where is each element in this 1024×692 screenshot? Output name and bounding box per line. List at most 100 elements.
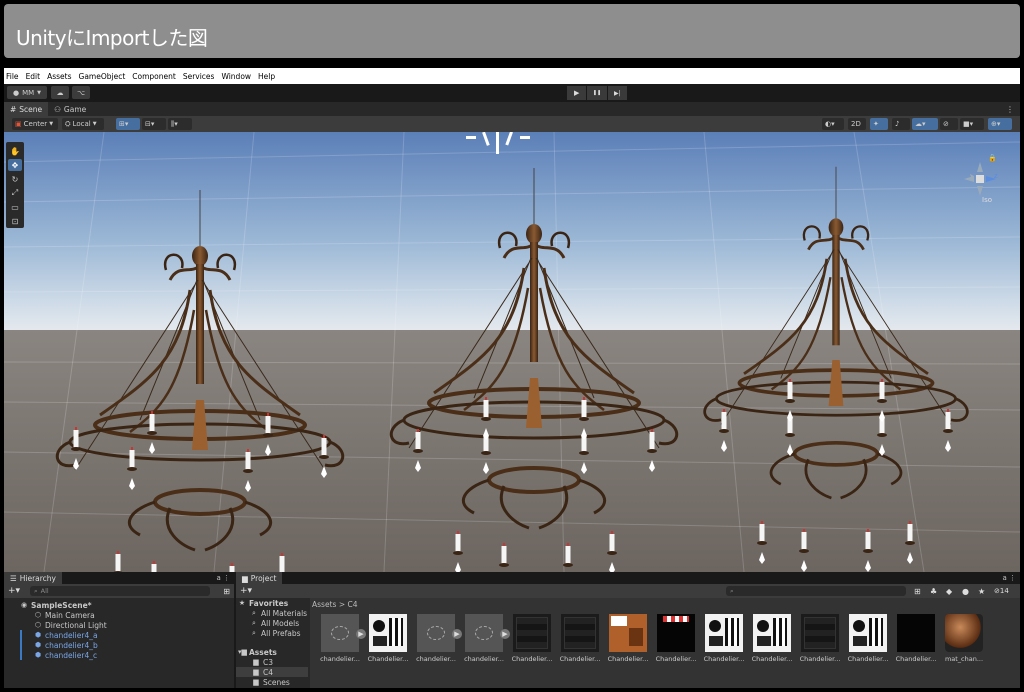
tex-white-thumbnail bbox=[753, 614, 791, 652]
grid-snap-button[interactable]: ⊞▾ bbox=[116, 118, 140, 130]
lock-icon[interactable]: 🔒 bbox=[988, 154, 997, 162]
label-icon[interactable]: ◆ bbox=[946, 587, 952, 596]
chevron-down-icon: ▼ bbox=[37, 89, 42, 96]
grid-visibility-button[interactable]: ⊟▾ bbox=[142, 118, 166, 130]
add-button[interactable]: +▾ bbox=[8, 586, 20, 596]
fav-item-models[interactable]: ⌕ All Models bbox=[236, 618, 308, 628]
asset-item[interactable]: Chandelier... bbox=[748, 614, 796, 663]
space-dropdown[interactable]: ⛭ Local ▼ bbox=[62, 118, 104, 130]
tex-white-thumbnail bbox=[849, 614, 887, 652]
expand-arrow-icon[interactable]: ▶ bbox=[500, 629, 510, 639]
pause-button[interactable]: ❚❚ bbox=[587, 86, 607, 100]
menu-assets[interactable]: Assets bbox=[47, 72, 71, 81]
asset-item[interactable]: Chandelier... bbox=[892, 614, 940, 663]
toggle-2d-button[interactable]: 2D bbox=[848, 118, 866, 130]
scene-visibility-icon[interactable]: ⊞ bbox=[223, 587, 230, 596]
asset-store-icon[interactable]: ● bbox=[962, 587, 969, 596]
asset-item[interactable]: ▶ chandelier... bbox=[316, 614, 366, 663]
menu-gameobject[interactable]: GameObject bbox=[79, 72, 126, 81]
hidden-packages-icon[interactable]: ⊘14 bbox=[994, 587, 1009, 595]
hierarchy-item[interactable]: ⬡ Main Camera bbox=[4, 610, 234, 620]
draw-mode-button[interactable]: ◐▾ bbox=[822, 118, 844, 130]
fav-item-prefabs[interactable]: ⌕ All Prefabs bbox=[236, 628, 308, 638]
assets-header[interactable]: ▾▆ Assets bbox=[236, 647, 308, 657]
rect-tool-icon[interactable]: ▭ bbox=[8, 201, 22, 213]
lighting-toggle[interactable]: ✦ bbox=[870, 118, 888, 130]
add-button[interactable]: +▾ bbox=[240, 586, 252, 596]
folder-c3[interactable]: ▆ C3 bbox=[236, 657, 308, 667]
asset-item[interactable]: Chandelier... bbox=[508, 614, 556, 663]
project-search-input[interactable]: ⌕ bbox=[726, 586, 906, 596]
pivot-dropdown[interactable]: ▣ Center ▼ bbox=[12, 118, 58, 130]
collab-icon: ⌥ bbox=[76, 88, 86, 97]
asset-grid-area: Assets > C4 ▶ chandelier... Chandelier... ▶… bbox=[310, 598, 1020, 688]
menu-file[interactable]: File bbox=[6, 72, 19, 81]
breadcrumb-assets[interactable]: Assets bbox=[312, 600, 336, 609]
asset-item[interactable]: Chandelier... bbox=[604, 614, 652, 663]
hidden-objects-toggle[interactable]: ⊘ bbox=[940, 118, 958, 130]
transform-tool-icon[interactable]: ⊡ bbox=[8, 215, 22, 227]
asset-label: Chandelier... bbox=[655, 655, 697, 663]
tab-hierarchy[interactable]: ☰ Hierarchy bbox=[4, 572, 62, 584]
asset-item[interactable]: Chandelier... bbox=[652, 614, 700, 663]
hierarchy-item-label: Directional Light bbox=[45, 620, 107, 630]
lock-icon[interactable]: a ⋮ bbox=[1002, 574, 1016, 582]
hierarchy-item[interactable]: ⬢ chandelier4_a bbox=[4, 630, 234, 640]
audio-toggle[interactable]: ♪ bbox=[892, 118, 910, 130]
step-button[interactable]: ▶| bbox=[607, 86, 627, 100]
asset-label: Chandelier... bbox=[847, 655, 889, 663]
breadcrumb-c4[interactable]: C4 bbox=[348, 600, 358, 609]
menu-edit[interactable]: Edit bbox=[26, 72, 41, 81]
asset-item[interactable]: Chandelier... bbox=[700, 614, 748, 663]
move-tool-icon[interactable]: ✥ bbox=[8, 159, 22, 171]
hierarchy-item[interactable]: ⬡ Directional Light bbox=[4, 620, 234, 630]
eye-slash-icon: ⊘ bbox=[943, 120, 949, 128]
account-button[interactable]: ● MM ▼ bbox=[7, 86, 47, 99]
expand-arrow-icon[interactable]: ▶ bbox=[356, 629, 366, 639]
folder-c4[interactable]: ▆ C4 bbox=[236, 667, 308, 677]
asset-item[interactable]: ▶ chandelier... bbox=[460, 614, 510, 663]
rotate-tool-icon[interactable]: ↻ bbox=[8, 173, 22, 185]
hierarchy-search-input[interactable]: ⌕ All bbox=[30, 586, 210, 596]
tab-game[interactable]: ⚇ Game bbox=[48, 102, 92, 116]
more-options-icon[interactable]: ⋮ bbox=[1006, 105, 1014, 114]
asset-item[interactable]: Chandelier... bbox=[796, 614, 844, 663]
scene-viewport[interactable]: ✋ ✥ ↻ ⤢ ▭ ⊡ z 🔒 Iso bbox=[4, 132, 1020, 572]
menu-window[interactable]: Window bbox=[221, 72, 251, 81]
asset-item[interactable]: mat_chan... bbox=[940, 614, 988, 663]
menu-services[interactable]: Services bbox=[183, 72, 215, 81]
play-button[interactable]: ▶ bbox=[567, 86, 587, 100]
hierarchy-item[interactable]: ◉ SampleScene* bbox=[4, 600, 234, 610]
main-toolbar: ● MM ▼ ☁ ⌥ ▶ ❚❚ ▶| bbox=[4, 84, 1020, 102]
camera-dropdown[interactable]: ■▾ bbox=[960, 118, 984, 130]
cloud-button[interactable]: ☁ bbox=[51, 86, 69, 99]
scale-tool-icon[interactable]: ⤢ bbox=[8, 187, 22, 199]
gizmos-dropdown[interactable]: ⊕▾ bbox=[988, 118, 1012, 130]
fav-item-materials[interactable]: ⌕ All Materials bbox=[236, 608, 308, 618]
effects-dropdown[interactable]: ☁▾ bbox=[912, 118, 938, 130]
collab-button[interactable]: ⌥ bbox=[72, 86, 90, 99]
increment-snap-button[interactable]: ⫼▾ bbox=[168, 118, 192, 130]
search-icon: ⌕ bbox=[252, 628, 256, 637]
filter-icon[interactable]: ♣ bbox=[930, 587, 937, 596]
hierarchy-item[interactable]: ⬢ chandelier4_c bbox=[4, 650, 234, 660]
menu-help[interactable]: Help bbox=[258, 72, 275, 81]
hand-tool-icon[interactable]: ✋ bbox=[8, 145, 22, 157]
hierarchy-item[interactable]: ⬢ chandelier4_b bbox=[4, 640, 234, 650]
tab-scene[interactable]: # Scene bbox=[4, 102, 49, 116]
asset-item[interactable]: Chandelier... bbox=[844, 614, 892, 663]
favorites-header[interactable]: ★ Favorites bbox=[236, 598, 308, 608]
account-label: MM bbox=[22, 88, 35, 97]
asset-item[interactable]: Chandelier... bbox=[556, 614, 604, 663]
folder-label: C4 bbox=[263, 667, 274, 677]
asset-item[interactable]: Chandelier... bbox=[364, 614, 412, 663]
folder-scenes[interactable]: ▆ Scenes bbox=[236, 677, 308, 687]
menu-component[interactable]: Component bbox=[132, 72, 176, 81]
lock-icon[interactable]: a ⋮ bbox=[216, 574, 230, 582]
orientation-gizmo[interactable]: z 🔒 bbox=[960, 154, 1000, 214]
tab-project[interactable]: ▆ Project bbox=[236, 572, 283, 584]
asset-item[interactable]: ▶ chandelier... bbox=[412, 614, 462, 663]
projection-label[interactable]: Iso bbox=[982, 196, 992, 204]
search-by-type-icon[interactable]: ⊞ bbox=[914, 587, 921, 596]
favorite-icon[interactable]: ★ bbox=[978, 587, 985, 596]
